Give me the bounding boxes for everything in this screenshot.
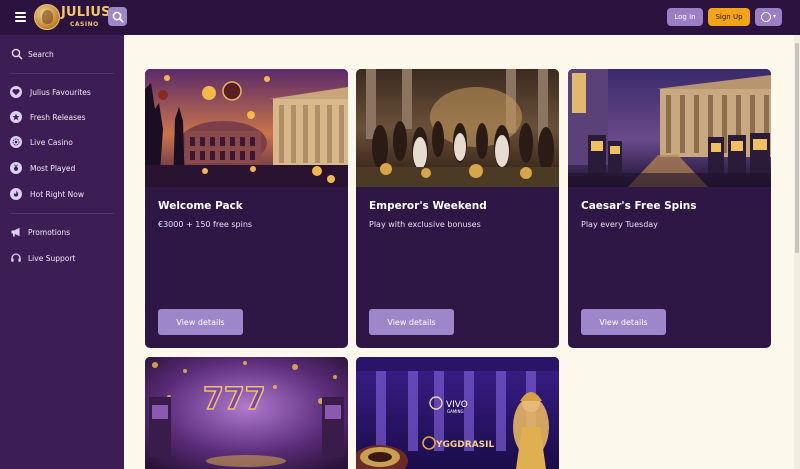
top-bar: JULIUS CASINO Log In Sign Up ▾: [0, 0, 800, 35]
slot-seven: 777: [203, 382, 266, 417]
sidebar-item-label: Most Played: [30, 163, 76, 173]
sidebar-item-promotions[interactable]: Promotions: [0, 222, 124, 242]
page-scrollbar[interactable]: [794, 35, 800, 469]
sidebar-item-live-support[interactable]: Live Support: [0, 248, 124, 268]
sidebar-divider: [10, 73, 114, 74]
sidebar-item-favourites[interactable]: Julius Favourites: [0, 82, 124, 102]
signup-button[interactable]: Sign Up: [708, 8, 750, 26]
promo-image-777-slots: 777: [145, 357, 348, 469]
promo-image-slots-hall: [568, 69, 771, 187]
sidebar-item-label: Promotions: [28, 227, 71, 237]
promo-title: Emperor's Weekend: [369, 200, 487, 212]
star-icon: [10, 111, 22, 123]
vivo-logo-sub: GAMING: [447, 409, 464, 414]
julius-medal-icon: [34, 4, 60, 30]
brand-sub: CASINO: [70, 21, 99, 28]
promo-title: Welcome Pack: [158, 200, 243, 212]
sidebar-item-most-played[interactable]: Most Played: [0, 158, 124, 178]
login-button[interactable]: Log In: [667, 8, 703, 26]
sidebar-item-hot-right-now[interactable]: Hot Right Now: [0, 184, 124, 204]
yggdrasil-logo-text: YGGDRASIL: [435, 440, 494, 450]
sidebar-item-label: Live Casino: [30, 137, 73, 147]
search-icon: [11, 48, 23, 60]
search-icon: [112, 11, 124, 23]
promo-title: Caesar's Free Spins: [581, 200, 697, 212]
sidebar-item-label: Live Support: [28, 253, 76, 263]
sidebar-item-label: Fresh Releases: [30, 112, 86, 122]
sidebar-item-label: Hot Right Now: [30, 189, 85, 199]
scrollbar-thumb[interactable]: [795, 43, 799, 253]
promo-subtitle: Play with exclusive bonuses: [369, 220, 481, 229]
view-details-button[interactable]: View details: [581, 309, 666, 335]
megaphone-icon: [11, 227, 20, 237]
sidebar-divider: [10, 213, 114, 214]
promo-card: Caesar's Free Spins Play every Tuesday V…: [568, 69, 771, 348]
sidebar-item-live-casino[interactable]: Live Casino: [0, 132, 124, 152]
brand-logo[interactable]: JULIUS CASINO: [34, 4, 110, 31]
medal-icon: [10, 162, 22, 174]
globe-icon: [760, 12, 771, 22]
promo-image-feast: [356, 69, 559, 187]
promo-card: 777: [145, 357, 348, 469]
promo-card: VIVO GAMING YGGDRASIL: [356, 357, 559, 469]
header-search-button[interactable]: [108, 7, 127, 26]
chevron-down-icon: ▾: [772, 13, 776, 20]
flame-icon: [10, 188, 22, 200]
sidebar-search[interactable]: Search: [0, 44, 124, 64]
promo-subtitle: €3000 + 150 free spins: [158, 220, 253, 229]
sidebar-search-label: Search: [28, 49, 54, 59]
sidebar-item-label: Julius Favourites: [30, 87, 91, 97]
chip-icon: [10, 136, 22, 148]
view-details-button[interactable]: View details: [158, 309, 243, 335]
sidebar: Search Julius Favourites Fresh Releases …: [0, 35, 124, 469]
heart-icon: [10, 86, 22, 98]
promo-image-colosseum: [145, 69, 348, 187]
menu-icon[interactable]: [15, 12, 26, 22]
headset-icon: [11, 253, 21, 262]
promo-subtitle: Play every Tuesday: [581, 220, 658, 229]
brand-name: JULIUS: [61, 5, 111, 20]
sidebar-item-fresh-releases[interactable]: Fresh Releases: [0, 107, 124, 127]
promo-card: Emperor's Weekend Play with exclusive bo…: [356, 69, 559, 348]
view-details-button[interactable]: View details: [369, 309, 454, 335]
promo-image-vivo-gaming: VIVO GAMING YGGDRASIL: [356, 357, 559, 469]
promo-card: Welcome Pack €3000 + 150 free spins View…: [145, 69, 348, 348]
language-selector[interactable]: ▾: [755, 8, 782, 26]
